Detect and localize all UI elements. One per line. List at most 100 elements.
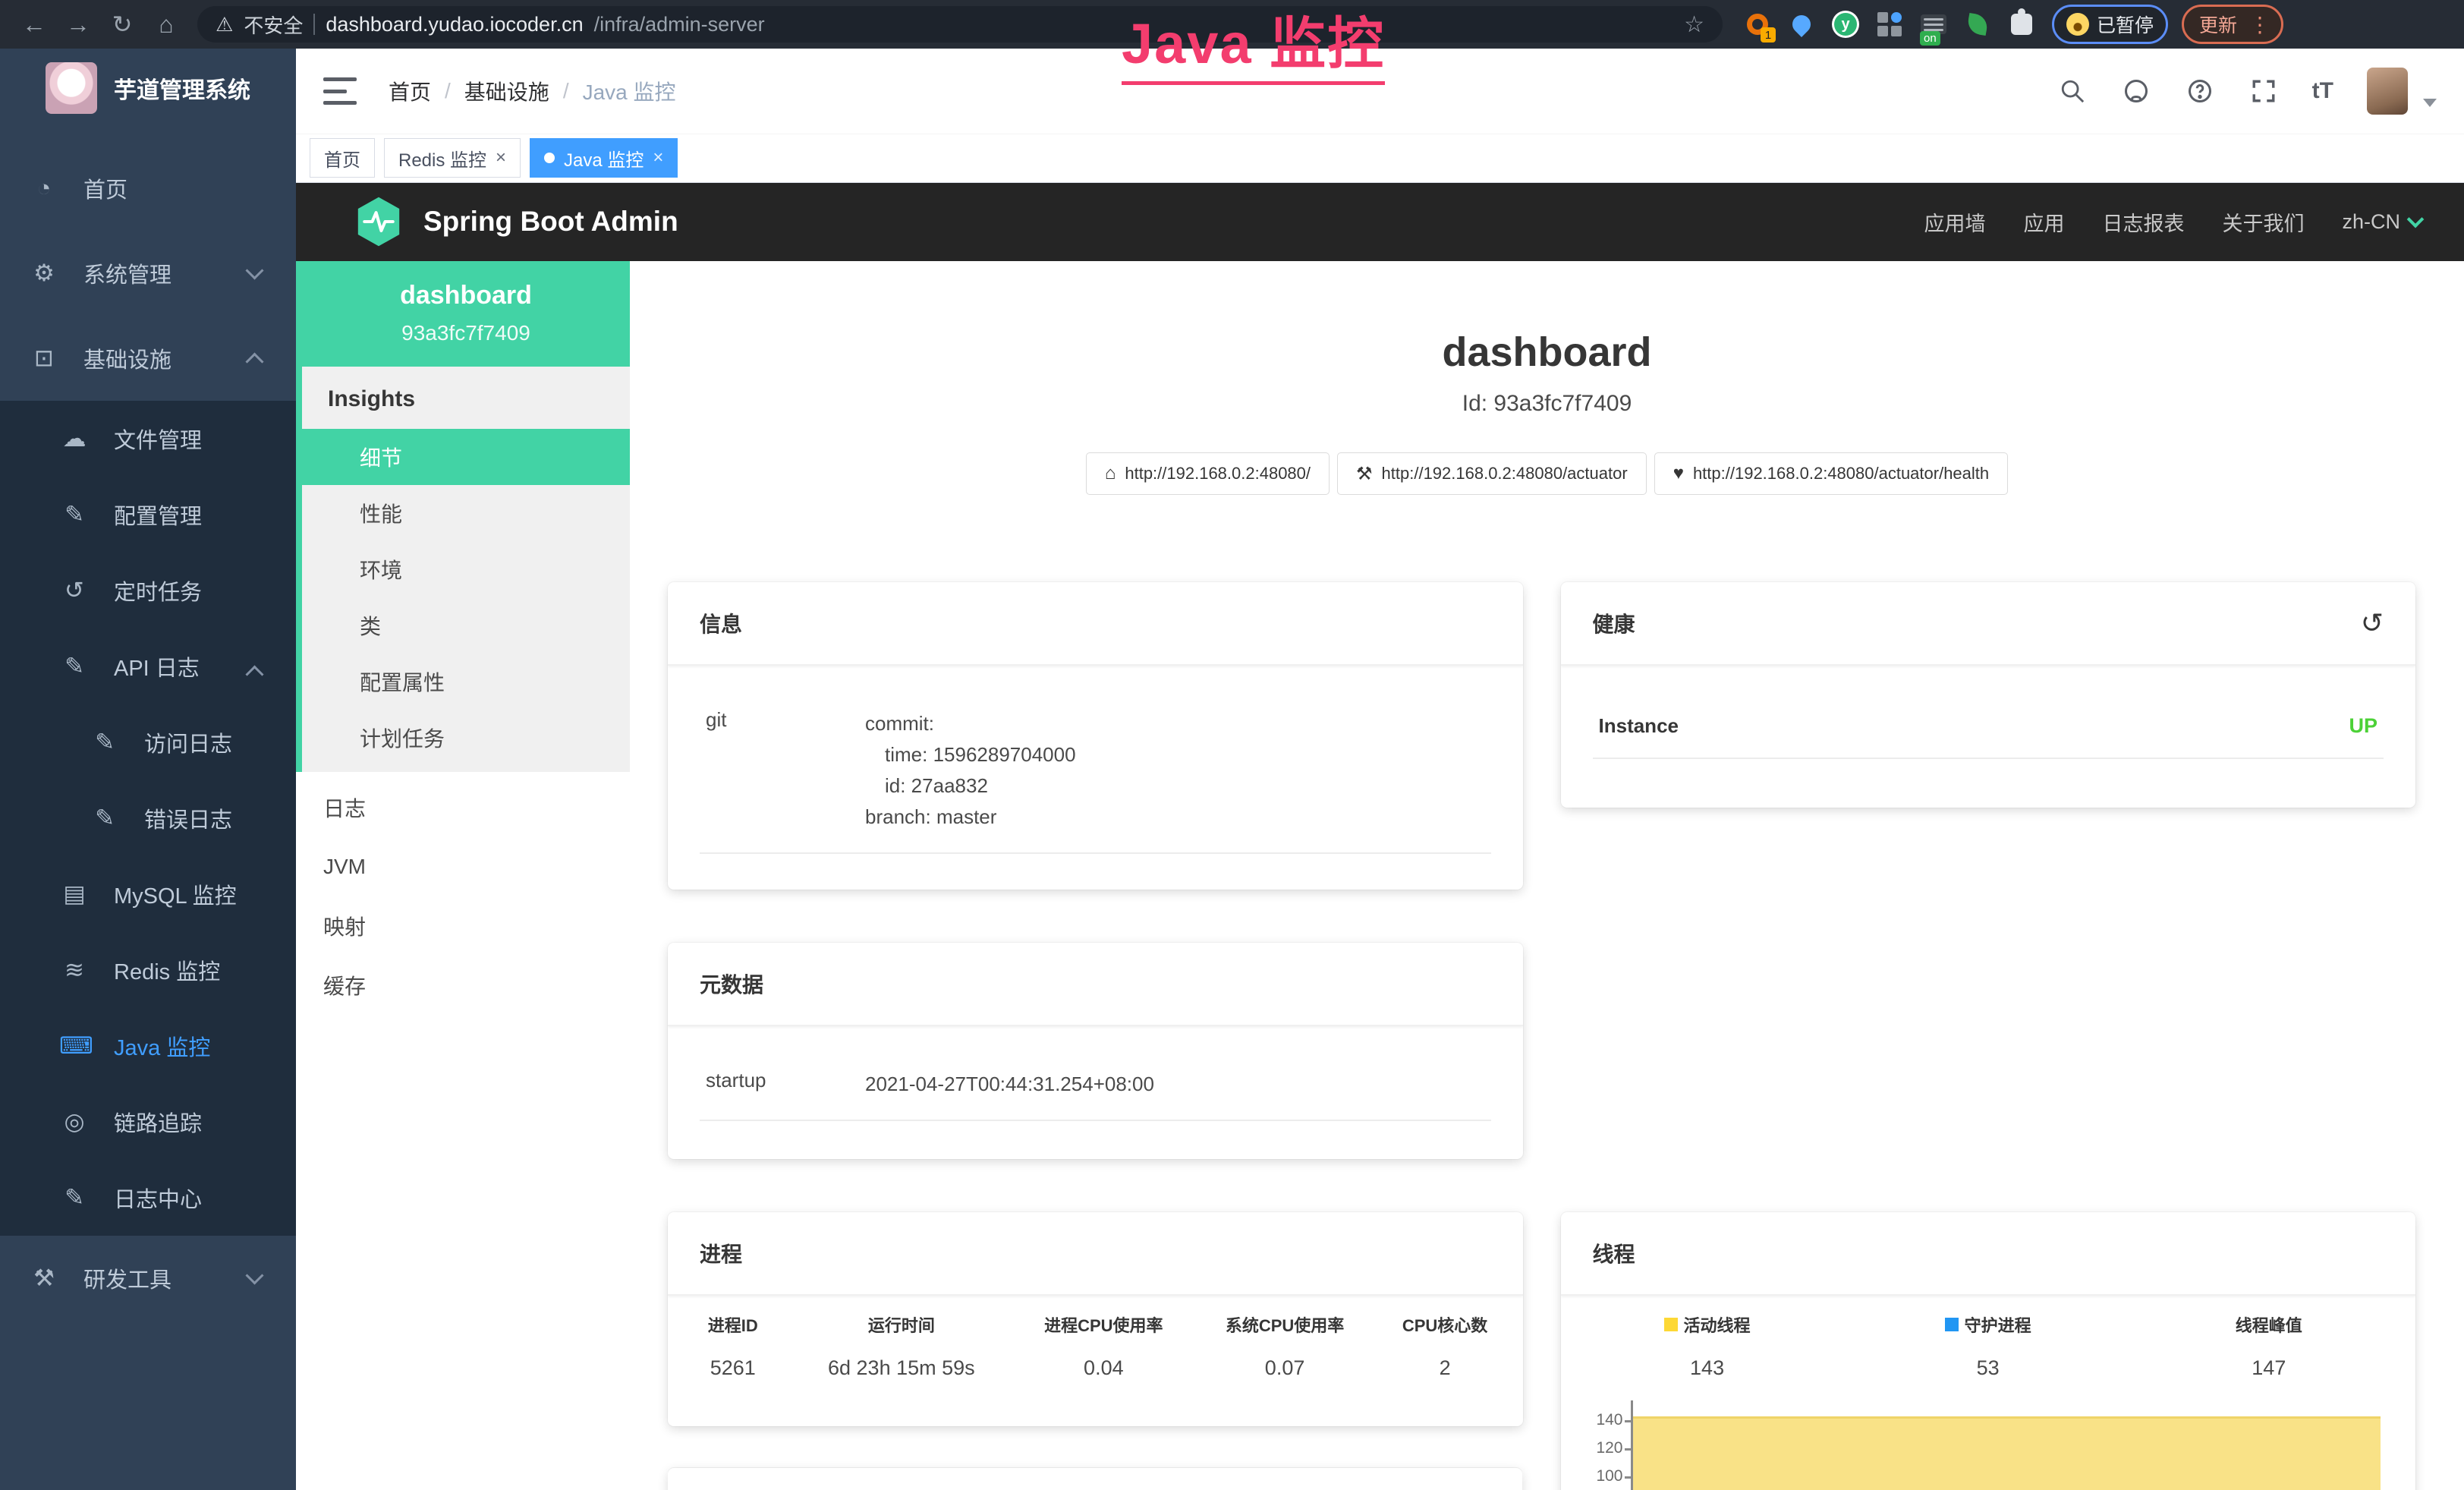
sba-nav-journal[interactable]: 日志报表	[2102, 207, 2184, 237]
sba-locale-select[interactable]: zh-CN	[2342, 210, 2422, 234]
stat-daemon-threads: 守护进程 53	[1848, 1296, 2129, 1380]
fullscreen-icon[interactable]	[2248, 76, 2279, 106]
extension-orange-icon[interactable]: 1	[1742, 9, 1773, 39]
sba-app-header[interactable]: dashboard 93a3fc7f7409	[302, 261, 630, 367]
metadata-card: 元数据 startup 2021-04-27T00:44:31.254+08:0…	[668, 943, 1523, 1159]
sba-nav-about[interactable]: 关于我们	[2222, 207, 2304, 237]
tab-redis-monitor[interactable]: Redis 监控 ×	[384, 138, 521, 178]
axis-tick	[1625, 1420, 1632, 1422]
sidebar-item-file-manage[interactable]: ☁ 文件管理	[0, 401, 296, 477]
process-col-syscpu: 系统CPU使用率 0.07	[1196, 1296, 1373, 1380]
sba-brand-title[interactable]: Spring Boot Admin	[423, 206, 678, 238]
sba-item-metrics[interactable]: 性能	[302, 485, 630, 541]
sba-item-details[interactable]: 细节	[302, 429, 630, 485]
sidebar-item-java-monitor[interactable]: ⌨ Java 监控	[0, 1008, 296, 1084]
browser-home-button[interactable]: ⌂	[144, 2, 188, 46]
health-url-button[interactable]: ♥ http://192.168.0.2:48080/actuator/heal…	[1654, 452, 2008, 495]
sidebar-item-home[interactable]: ◔ 首页	[0, 146, 296, 231]
avatar[interactable]	[2367, 68, 2408, 115]
address-bar[interactable]: ⚠ 不安全 dashboard.yudao.iocoder.cn /infra/…	[197, 6, 1723, 43]
sba-item-scheduled-tasks[interactable]: 计划任务	[302, 710, 630, 766]
sba-item-jvm[interactable]: JVM	[296, 837, 630, 896]
sidebar-item-label: API 日志	[114, 650, 200, 682]
sba-nav-applications[interactable]: 应用	[2023, 207, 2064, 237]
card-title: 元数据	[700, 969, 763, 999]
sidebar-item-redis-monitor[interactable]: ≋ Redis 监控	[0, 932, 296, 1008]
column-header: 系统CPU使用率	[1196, 1296, 1373, 1337]
heart-icon: ♥	[1673, 463, 1684, 484]
bookmark-star-icon[interactable]: ☆	[1684, 11, 1704, 38]
y-glyph: y	[1834, 13, 1857, 36]
divider	[313, 14, 315, 35]
sba-item-classes[interactable]: 类	[302, 597, 630, 654]
browser-forward-button[interactable]: →	[56, 2, 100, 46]
process-col-cpu: 进程CPU使用率 0.04	[1011, 1296, 1196, 1380]
monitor-icon: ⊡	[29, 345, 59, 372]
sba-section-label: Insights	[302, 367, 630, 429]
tab-java-monitor[interactable]: Java 监控 ×	[530, 138, 678, 178]
kebab-menu-icon[interactable]: ⋮	[2249, 12, 2270, 37]
sidebar-item-api-log[interactable]: ✎ API 日志	[0, 628, 296, 704]
close-icon[interactable]: ×	[496, 149, 506, 167]
log-icon: ✎	[59, 1184, 90, 1211]
sba-item-config-props[interactable]: 配置属性	[302, 654, 630, 710]
browser-back-button[interactable]: ←	[12, 2, 56, 46]
breadcrumb-home[interactable]: 首页	[389, 76, 431, 106]
card-title: 进程	[700, 1238, 742, 1268]
extension-switch-icon[interactable]: on	[1918, 9, 1949, 39]
stat-label: 守护进程	[1965, 1312, 2031, 1337]
extension-pin-icon[interactable]	[1786, 9, 1817, 39]
cards-grid: 信息 git commit: time: 1596289704000 id: 2…	[630, 496, 2464, 1490]
breadcrumb-infra[interactable]: 基础设施	[464, 76, 549, 106]
browser-reload-button[interactable]: ↻	[100, 2, 144, 46]
font-size-icon[interactable]: tT	[2312, 78, 2333, 104]
app-sidebar: 芋道管理系统 ◔ 首页 ⚙ 系统管理 ⊡ 基础设施 ☁ 文件管理 ✎	[0, 49, 296, 1490]
sidebar-item-mysql-monitor[interactable]: ▤ MySQL 监控	[0, 856, 296, 932]
extensions-puzzle-icon[interactable]	[2006, 9, 2037, 39]
sba-item-mappings[interactable]: 映射	[296, 896, 630, 956]
sba-item-environment[interactable]: 环境	[302, 541, 630, 597]
history-icon[interactable]: ↺	[2361, 610, 2384, 637]
sidebar-item-config-manage[interactable]: ✎ 配置管理	[0, 477, 296, 553]
sidebar-item-label: 访问日志	[144, 726, 232, 758]
table-row: startup 2021-04-27T00:44:31.254+08:00	[700, 1052, 1491, 1121]
link-url: http://192.168.0.2:48080/	[1125, 464, 1311, 484]
browser-update-button[interactable]: 更新 ⋮	[2182, 5, 2283, 44]
profile-paused-badge[interactable]: 已暂停	[2052, 5, 2168, 44]
close-icon[interactable]: ×	[653, 149, 663, 167]
sba-root-items: 日志 JVM 映射 缓存	[296, 772, 630, 1015]
help-icon[interactable]	[2185, 76, 2215, 106]
sba-item-loggers[interactable]: 日志	[296, 778, 630, 837]
sidebar-item-label: MySQL 监控	[114, 878, 237, 910]
sidebar-item-error-log[interactable]: ✎ 错误日志	[0, 780, 296, 856]
annotation-java-monitor: Java 监控	[1122, 11, 1385, 85]
sidebar-item-system[interactable]: ⚙ 系统管理	[0, 231, 296, 316]
paused-label: 已暂停	[2097, 11, 2154, 38]
extension-grid-icon[interactable]	[1874, 9, 1905, 39]
extension-leaf-icon[interactable]	[1962, 9, 1993, 39]
sba-item-caches[interactable]: 缓存	[296, 956, 630, 1015]
sba-nav-wallboard[interactable]: 应用墙	[1924, 207, 1985, 237]
actuator-url-button[interactable]: ⚒ http://192.168.0.2:48080/actuator	[1337, 452, 1647, 495]
github-icon[interactable]	[2121, 76, 2151, 106]
instance-url-button[interactable]: ⌂ http://192.168.0.2:48080/	[1086, 452, 1330, 495]
sba-insights-section: Insights 细节 性能 环境 类 配置属性 计划任务	[302, 367, 630, 772]
sidebar-toggle-icon[interactable]	[323, 77, 357, 105]
caret-down-icon[interactable]	[2423, 99, 2437, 107]
sidebar-item-access-log[interactable]: ✎ 访问日志	[0, 704, 296, 780]
legend-swatch-yellow	[1664, 1318, 1678, 1331]
database-icon: ▤	[59, 880, 90, 908]
page-title: dashboard	[630, 329, 2464, 375]
search-icon[interactable]	[2057, 76, 2088, 106]
cell-value: 5261	[674, 1337, 791, 1380]
sidebar-item-log-center[interactable]: ✎ 日志中心	[0, 1160, 296, 1236]
tab-home[interactable]: 首页	[310, 138, 375, 178]
extension-y-icon[interactable]: y	[1830, 9, 1861, 39]
sidebar-item-infra[interactable]: ⊡ 基础设施	[0, 316, 296, 401]
sidebar-item-scheduled-jobs[interactable]: ↺ 定时任务	[0, 553, 296, 628]
sidebar-item-tracing[interactable]: ◎ 链路追踪	[0, 1084, 296, 1160]
sidebar-item-dev-tools[interactable]: ⚒ 研发工具	[0, 1236, 296, 1321]
toolbox-icon: ⚒	[29, 1265, 59, 1292]
security-label[interactable]: 不安全	[244, 11, 303, 39]
stat-peak-threads: 线程峰值 147	[2129, 1296, 2409, 1380]
